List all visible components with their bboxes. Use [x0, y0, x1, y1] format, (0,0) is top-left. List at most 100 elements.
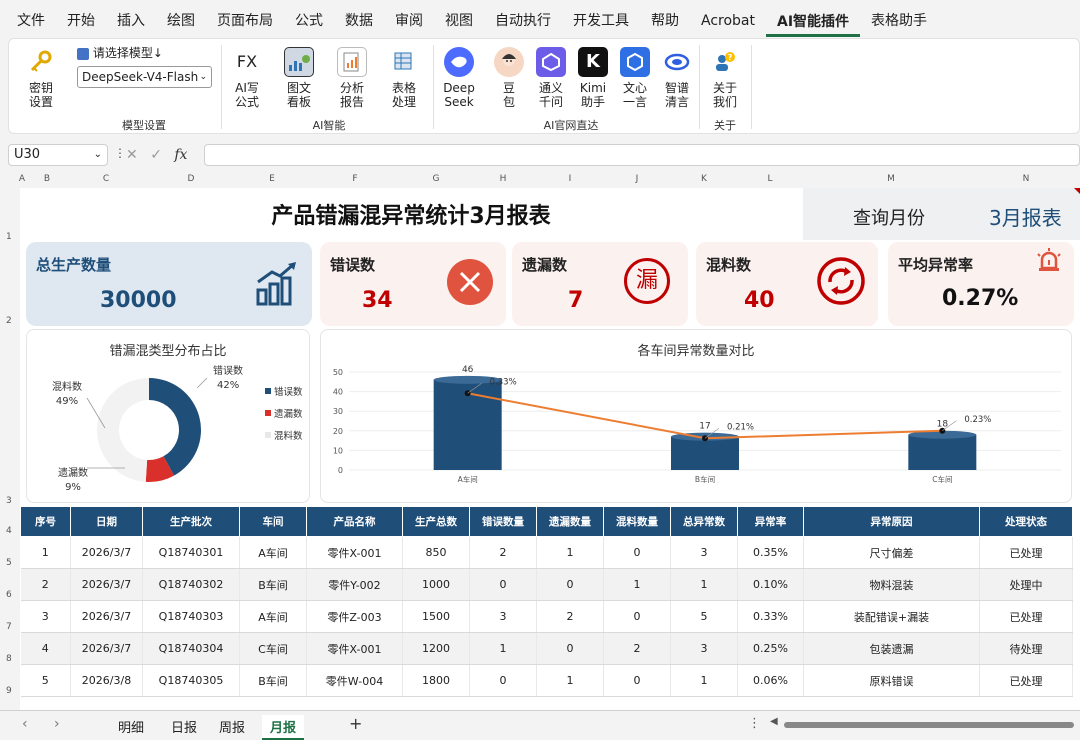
table-cell[interactable]: 1 [603, 568, 671, 601]
scroll-left-icon[interactable]: ◀ [770, 716, 778, 727]
column-header[interactable]: C [103, 174, 109, 184]
zhipu-button[interactable]: 智谱 清言 [659, 47, 695, 109]
table-cell[interactable]: 0.33% [737, 600, 804, 633]
cancel-icon[interactable]: ✕ [126, 147, 138, 163]
table-cell[interactable]: 1800 [402, 664, 470, 697]
table-cell[interactable]: 3 [670, 632, 738, 665]
about-button[interactable]: ? 关于 我们 [707, 47, 743, 109]
sheet-tab[interactable]: 日报 [163, 715, 205, 738]
table-cell[interactable]: Q18740301 [142, 536, 240, 569]
table-cell[interactable]: 零件Y-002 [306, 568, 403, 601]
table-cell[interactable]: 0.25% [737, 632, 804, 665]
table-cell[interactable]: 1 [670, 664, 738, 697]
table-cell[interactable]: 零件W-004 [306, 664, 403, 697]
menu-item[interactable]: 文件 [6, 0, 56, 38]
table-cell[interactable]: Q18740305 [142, 664, 240, 697]
table-cell[interactable]: 2026/3/7 [70, 568, 143, 601]
table-cell[interactable]: B车间 [239, 664, 307, 697]
table-cell[interactable]: 物料混装 [803, 568, 980, 601]
sheet-tab[interactable]: 月报 [262, 715, 305, 740]
column-header[interactable]: B [44, 174, 50, 184]
table-cell[interactable]: Q18740304 [142, 632, 240, 665]
table-cell[interactable]: 3 [20, 600, 71, 633]
tab-next-icon[interactable]: › [54, 716, 60, 732]
menu-item[interactable]: 表格助手 [860, 0, 938, 38]
chart-board-button[interactable]: 图文 看板 [281, 47, 317, 109]
key-settings-button[interactable]: 密钥 设置 [19, 47, 63, 109]
row-header[interactable]: 1 [6, 232, 12, 242]
horizontal-scrollbar[interactable] [784, 722, 1074, 728]
deepseek-button[interactable]: Deep Seek [441, 47, 477, 109]
column-header[interactable]: E [269, 174, 275, 184]
column-header[interactable]: L [767, 174, 772, 184]
table-cell[interactable]: 0 [603, 600, 671, 633]
table-cell[interactable]: 0 [469, 568, 537, 601]
table-cell[interactable]: 850 [402, 536, 470, 569]
row-header[interactable]: 9 [6, 686, 12, 696]
table-cell[interactable]: 已处理 [979, 600, 1073, 633]
table-cell[interactable]: C车间 [239, 632, 307, 665]
table-cell[interactable]: A车间 [239, 536, 307, 569]
sheet-tab[interactable]: 明细 [110, 715, 152, 738]
wenxin-button[interactable]: 文心 一言 [617, 47, 653, 109]
table-cell[interactable]: Q18740303 [142, 600, 240, 633]
table-cell[interactable]: 2 [536, 600, 604, 633]
table-cell[interactable]: 零件X-001 [306, 536, 403, 569]
column-header[interactable]: M [887, 174, 895, 184]
table-cell[interactable]: Q18740302 [142, 568, 240, 601]
table-cell[interactable]: 处理中 [979, 568, 1073, 601]
menu-item[interactable]: 开发工具 [562, 0, 640, 38]
table-cell[interactable]: 0 [469, 664, 537, 697]
table-cell[interactable]: 0 [603, 536, 671, 569]
menu-item[interactable]: 页面布局 [206, 0, 284, 38]
table-cell[interactable]: 2 [20, 568, 71, 601]
menu-item[interactable]: Acrobat [690, 0, 766, 38]
fx-label[interactable]: fx [174, 147, 187, 163]
column-header[interactable]: F [352, 174, 357, 184]
column-header[interactable]: J [636, 174, 639, 184]
menu-item[interactable]: 开始 [56, 0, 106, 38]
ai-formula-button[interactable]: FX AI写 公式 [229, 47, 265, 110]
menu-item[interactable]: 自动执行 [484, 0, 562, 38]
table-cell[interactable]: 2026/3/7 [70, 536, 143, 569]
table-cell[interactable]: 原料错误 [803, 664, 980, 697]
table-cell[interactable]: 5 [20, 664, 71, 697]
table-cell[interactable]: 2 [469, 536, 537, 569]
query-month-value[interactable]: 3月报表 [989, 202, 1062, 231]
table-cell[interactable]: 零件X-001 [306, 632, 403, 665]
row-header[interactable]: 5 [6, 558, 12, 568]
menu-item[interactable]: 审阅 [384, 0, 434, 38]
table-process-button[interactable]: 表格 处理 [386, 47, 422, 109]
name-box[interactable]: U30 ⌄ [8, 144, 108, 166]
table-cell[interactable]: 1000 [402, 568, 470, 601]
column-header[interactable]: G [433, 174, 440, 184]
menu-item[interactable]: 视图 [434, 0, 484, 38]
column-header[interactable]: K [701, 174, 707, 184]
table-cell[interactable]: 待处理 [979, 632, 1073, 665]
menu-item[interactable]: 帮助 [640, 0, 690, 38]
table-cell[interactable]: 已处理 [979, 664, 1073, 697]
table-cell[interactable]: 1200 [402, 632, 470, 665]
column-header[interactable]: N [1023, 174, 1030, 184]
model-select[interactable]: DeepSeek-V4-Flash ⌄ [77, 66, 212, 88]
table-cell[interactable]: 2026/3/8 [70, 664, 143, 697]
table-cell[interactable]: 0 [536, 632, 604, 665]
menu-item[interactable]: 数据 [334, 0, 384, 38]
column-header[interactable]: A [19, 174, 25, 184]
table-cell[interactable]: 2 [603, 632, 671, 665]
tab-prev-icon[interactable]: ‹ [22, 716, 28, 732]
menu-item[interactable]: 插入 [106, 0, 156, 38]
confirm-icon[interactable]: ✓ [150, 147, 162, 163]
kimi-button[interactable]: K Kimi 助手 [575, 47, 611, 109]
column-header[interactable]: I [569, 174, 572, 184]
table-cell[interactable]: 1 [536, 536, 604, 569]
row-header[interactable]: 2 [6, 316, 12, 326]
qianwen-button[interactable]: 通义 千问 [533, 47, 569, 109]
table-cell[interactable]: 0.35% [737, 536, 804, 569]
menu-item[interactable]: AI智能插件 [766, 1, 861, 37]
menu-item[interactable]: 绘图 [156, 0, 206, 38]
more-options-icon[interactable]: ⋮ [748, 716, 761, 731]
table-cell[interactable]: 1 [670, 568, 738, 601]
row-header[interactable]: 4 [6, 526, 12, 536]
table-cell[interactable]: 0 [536, 568, 604, 601]
